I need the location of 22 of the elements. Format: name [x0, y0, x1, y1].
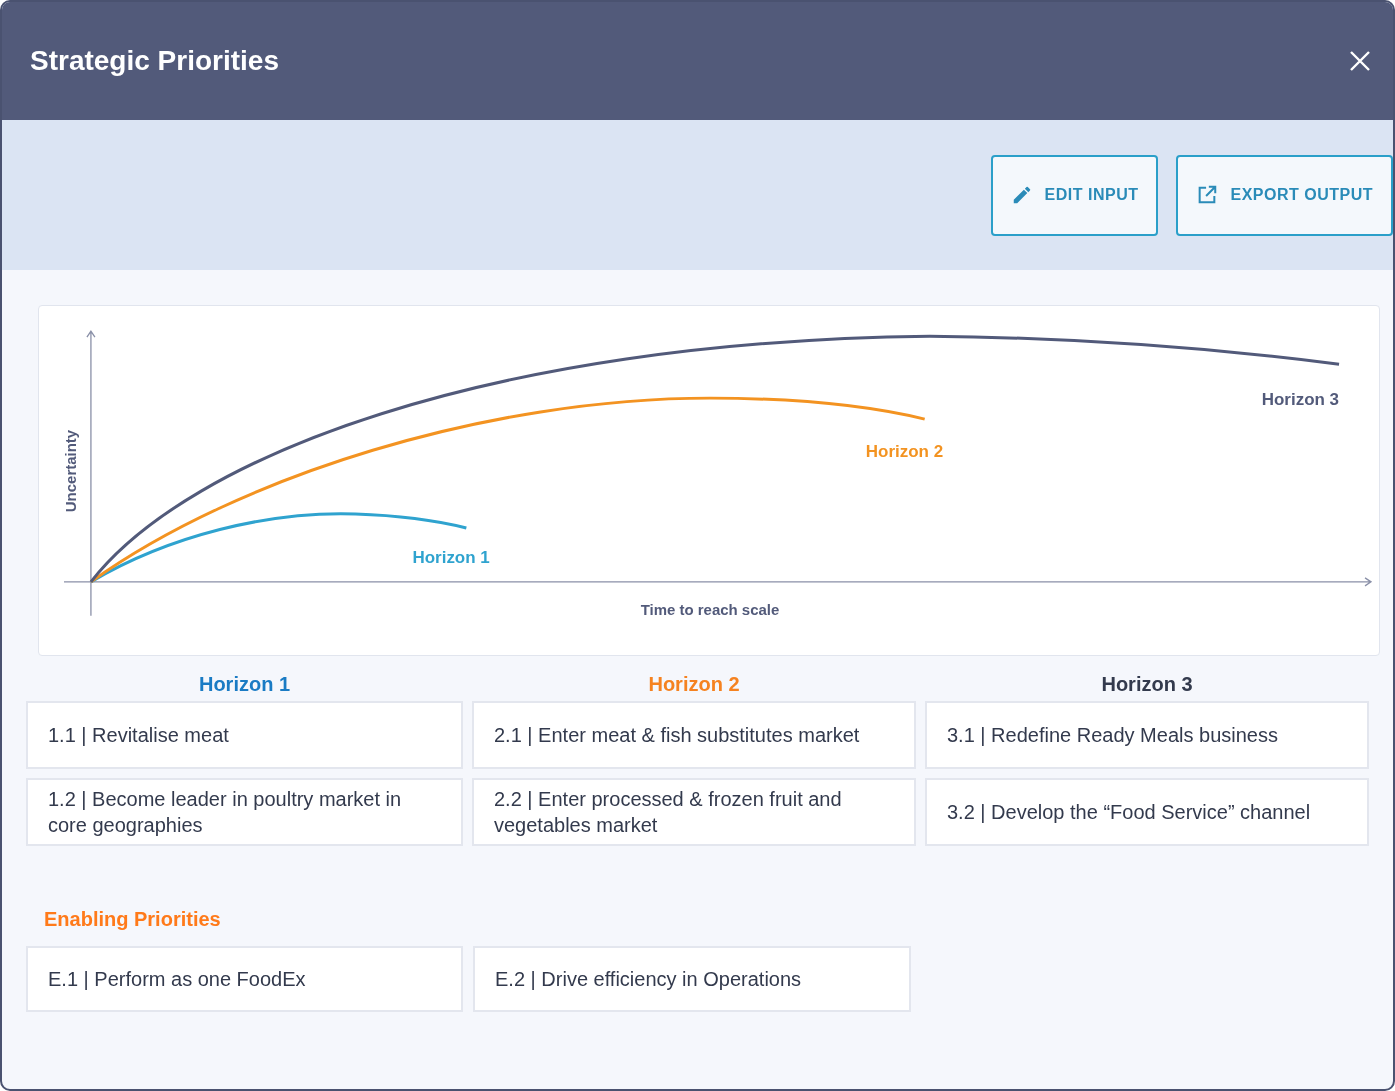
priority-card: E.2 | Drive efficiency in Operations	[473, 946, 911, 1012]
column-heading: Horizon 1	[197, 672, 292, 697]
section-heading: Enabling Priorities	[43, 907, 222, 932]
external-link-icon	[1196, 184, 1219, 206]
curve-label: Horizon 3	[1261, 390, 1340, 410]
axis-label: Uncertainty	[61, 429, 79, 513]
priority-card: 2.1 | Enter meat & fish substitutes market	[472, 701, 916, 769]
axis-label: Time to reach scale	[640, 600, 780, 618]
priority-card: 3.1 | Redefine Ready Meals business	[925, 701, 1369, 769]
column-heading: Horizon 2	[647, 672, 741, 697]
priority-card: 3.2 | Develop the “Food Service” channel	[925, 778, 1369, 846]
window-title: Strategic Priorities	[30, 44, 279, 78]
column-heading: Horizon 3	[1100, 672, 1194, 697]
curve-label: Horizon 1	[412, 547, 490, 567]
edit-button[interactable]: EDIT INPUT	[990, 154, 1159, 236]
priority-card: 1.1 | Revitalise meat	[26, 701, 463, 769]
curve-label: Horizon 2	[865, 442, 944, 462]
close-icon	[1349, 50, 1371, 72]
export-button[interactable]: EXPORT OUTPUT	[1176, 154, 1393, 236]
priority-card: E.1 | Perform as one FoodEx	[26, 946, 463, 1012]
priority-card: 2.2 | Enter processed & frozen fruit and vegetables market	[472, 778, 916, 846]
priority-card: 1.2 | Become leader in poultry market in core geographies	[26, 778, 463, 846]
